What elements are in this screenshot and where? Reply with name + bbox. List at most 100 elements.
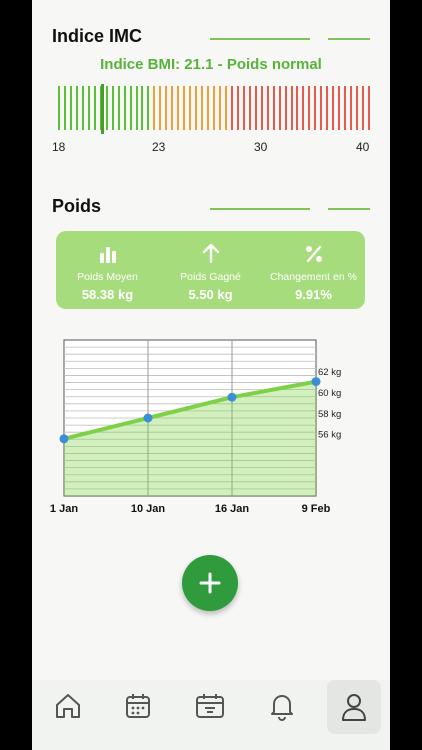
nav-notifications[interactable] xyxy=(262,686,302,726)
weight-chart: 1 Jan 10 Jan 16 Jan 9 Feb 62 kg 60 kg 58 kg 56 … xyxy=(50,339,341,515)
bar-chart-icon xyxy=(56,241,159,263)
bmi-gauge-tick xyxy=(350,86,353,130)
percent-icon xyxy=(262,241,365,263)
bmi-gauge-tick xyxy=(111,86,114,130)
bmi-gauge-tick xyxy=(93,86,96,130)
bmi-gauge-tick xyxy=(236,86,239,130)
bmi-gauge-tick xyxy=(230,86,233,130)
bmi-value-marker xyxy=(100,84,104,134)
chart-data-point xyxy=(227,392,237,402)
chart-x-tick-label: 1 Jan xyxy=(50,503,78,515)
stat-label: Poids Gagné xyxy=(180,271,241,283)
bmi-gauge-tick xyxy=(117,86,120,130)
stat-label: Changement en % xyxy=(270,271,357,283)
chart-x-tick-label: 16 Jan xyxy=(215,503,250,515)
stat-label: Poids Moyen xyxy=(77,271,138,283)
stat-average-weight: Poids Moyen 58.38 kg xyxy=(56,231,159,309)
stat-weight-gained: Poids Gagné 5.50 kg xyxy=(159,231,262,309)
bmi-gauge-tick xyxy=(135,86,138,130)
bmi-gauge-tick xyxy=(320,86,323,130)
basket-icon xyxy=(196,694,224,718)
stat-value: 5.50 kg xyxy=(188,287,233,302)
bmi-section-title: Indice IMC xyxy=(52,26,143,46)
bmi-gauge-tick xyxy=(248,86,251,130)
bmi-gauge-tick xyxy=(213,86,215,130)
bmi-gauge-tick xyxy=(165,86,168,130)
bmi-gauge-tick xyxy=(254,86,257,130)
decorative-line xyxy=(210,208,310,210)
bmi-gauge-tick xyxy=(278,86,281,130)
bmi-gauge-tick xyxy=(296,86,299,130)
bmi-gauge-tick xyxy=(69,86,72,130)
bmi-gauge-tick xyxy=(159,86,162,130)
bmi-gauge-tick xyxy=(153,86,156,130)
weight-section-title: Poids xyxy=(52,196,102,216)
bmi-gauge-tick xyxy=(356,86,359,130)
bmi-gauge-tick xyxy=(218,86,221,130)
bmi-gauge-tick xyxy=(129,86,132,130)
nav-home[interactable] xyxy=(48,686,88,726)
nav-profile[interactable] xyxy=(327,680,381,734)
bmi-gauge-tick xyxy=(75,86,78,130)
bmi-gauge-tick xyxy=(141,86,144,130)
bmi-scale-30: 30 xyxy=(254,140,268,154)
chart-data-point xyxy=(143,413,153,423)
bmi-gauge-tick xyxy=(87,86,90,130)
bmi-gauge-tick xyxy=(177,86,180,130)
bmi-gauge-tick xyxy=(260,86,263,130)
bmi-gauge-tick xyxy=(266,86,269,130)
add-weight-button[interactable] xyxy=(182,555,238,611)
bmi-gauge-tick xyxy=(207,86,210,130)
bmi-gauge-tick xyxy=(105,86,108,130)
bmi-gauge-tick xyxy=(344,86,347,130)
bmi-gauge-tick xyxy=(224,86,227,130)
chart-x-tick-label: 10 Jan xyxy=(131,503,166,515)
bell-icon xyxy=(271,695,293,721)
weight-stats-card: Poids Moyen 58.38 kg Poids Gagné 5.50 kg… xyxy=(56,231,365,309)
bmi-gauge-tick xyxy=(242,86,245,130)
bmi-gauge-tick xyxy=(284,86,287,130)
bmi-gauge-tick xyxy=(195,86,198,130)
chart-y-tick-label: 56 kg xyxy=(318,430,341,441)
bmi-gauge-tick xyxy=(308,86,311,130)
nav-meal-plan[interactable] xyxy=(190,686,230,726)
calendar-icon xyxy=(126,694,150,718)
bmi-gauge-tick xyxy=(302,86,305,130)
chart-y-tick-label: 58 kg xyxy=(318,409,341,420)
chart-y-tick-label: 60 kg xyxy=(318,388,341,399)
bmi-gauge-tick xyxy=(314,86,317,130)
profile-icon xyxy=(342,694,366,721)
arrow-up-icon xyxy=(159,241,262,263)
bmi-gauge-tick xyxy=(171,86,174,130)
chart-y-tick-label: 62 kg xyxy=(318,367,341,378)
bmi-scale-18: 18 xyxy=(52,140,66,154)
decorative-line xyxy=(328,38,370,40)
decorative-line xyxy=(328,208,370,210)
bmi-gauge-tick xyxy=(147,86,150,130)
decorative-line xyxy=(210,38,310,40)
stat-change-percent: Changement en % 9.91% xyxy=(262,231,365,309)
bmi-label: Indice BMI: 21.1 - Poids normal xyxy=(100,56,322,73)
home-icon xyxy=(56,694,80,718)
bmi-gauge-tick xyxy=(272,86,275,130)
bmi-gauge-tick xyxy=(123,86,126,130)
bmi-scale-40: 40 xyxy=(356,140,370,154)
bmi-gauge-tick xyxy=(63,86,66,130)
bmi-scale-23: 23 xyxy=(152,140,166,154)
bmi-gauge-tick xyxy=(189,86,192,130)
bmi-gauge-tick xyxy=(362,86,365,130)
stat-value: 58.38 kg xyxy=(81,287,134,302)
nav-calendar[interactable] xyxy=(118,686,158,726)
bmi-gauge-tick xyxy=(332,86,335,130)
bmi-gauge-tick xyxy=(201,86,204,130)
bmi-gauge xyxy=(58,84,370,134)
chart-data-point xyxy=(311,377,321,387)
bmi-gauge-tick xyxy=(368,86,370,130)
bmi-gauge-tick xyxy=(183,86,186,130)
chart-x-tick-label: 9 Feb xyxy=(302,503,331,515)
bmi-gauge-tick xyxy=(290,86,293,130)
plus-icon xyxy=(199,572,221,594)
stat-value: 9.91% xyxy=(295,287,332,302)
bmi-gauge-tick xyxy=(338,86,341,130)
bmi-gauge-tick xyxy=(58,86,60,130)
